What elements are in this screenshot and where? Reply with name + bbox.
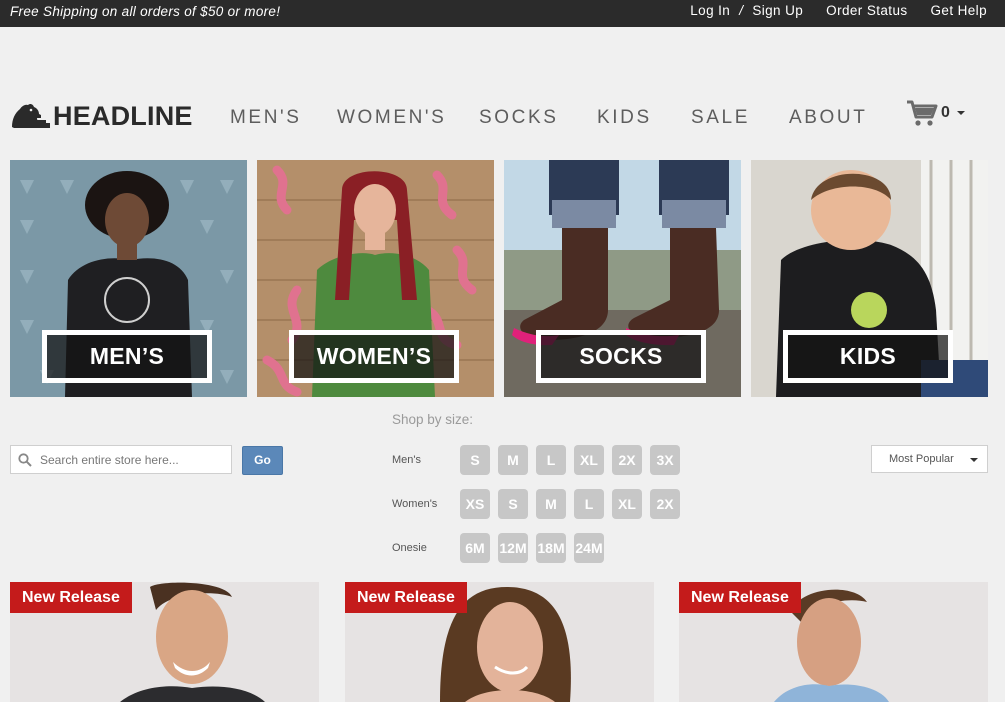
size-chip-mens-xl[interactable]: XL	[574, 445, 604, 475]
nav-item-about[interactable]: ABOUT	[789, 107, 867, 129]
size-chip-onesie-6m[interactable]: 6M	[460, 533, 490, 563]
nav-item-socks[interactable]: SOCKS	[479, 107, 559, 129]
size-chip-womens-2x[interactable]: 2X	[650, 489, 680, 519]
nav-item-mens[interactable]: MEN'S	[230, 107, 302, 129]
search-input[interactable]	[40, 452, 220, 467]
log-in-link[interactable]: Log In	[690, 3, 730, 18]
get-help-link[interactable]: Get Help	[931, 3, 987, 18]
cart-icon	[907, 100, 938, 126]
search-box	[10, 445, 232, 474]
size-row-label-womens: Women's	[392, 498, 438, 510]
size-chip-mens-2x[interactable]: 2X	[612, 445, 642, 475]
size-chip-womens-xl[interactable]: XL	[612, 489, 642, 519]
link-separator: /	[739, 3, 744, 18]
size-row-label-onesie: Onesie	[392, 542, 427, 554]
account-links: Log In / Sign Up Order Status Get Help	[690, 3, 987, 18]
size-chip-womens-s[interactable]: S	[498, 489, 528, 519]
category-label-womens: WOMEN’S	[289, 330, 459, 383]
logo-wordmark: HEADLINE	[53, 100, 193, 131]
size-chip-womens-m[interactable]: M	[536, 489, 566, 519]
free-shipping-promo: Free Shipping on all orders of $50 or mo…	[10, 4, 281, 19]
chevron-down-icon	[970, 458, 978, 462]
sign-up-link[interactable]: Sign Up	[752, 3, 803, 18]
search-go-button[interactable]: Go	[242, 446, 283, 475]
chevron-down-icon	[956, 111, 965, 115]
product-card[interactable]: New Release	[345, 582, 654, 702]
size-chip-mens-s[interactable]: S	[460, 445, 490, 475]
sort-dropdown[interactable]: Most Popular	[871, 445, 988, 473]
category-tile-mens[interactable]: MEN’S	[10, 160, 247, 397]
site-logo[interactable]: HEADLINE	[10, 98, 193, 134]
product-card[interactable]: New Release	[10, 582, 319, 702]
category-label-kids: KIDS	[783, 330, 953, 383]
sort-selected-value: Most Popular	[889, 453, 954, 465]
new-release-badge: New Release	[10, 582, 132, 613]
nav-item-sale[interactable]: SALE	[691, 107, 750, 129]
size-chip-onesie-12m[interactable]: 12M	[498, 533, 528, 563]
product-card[interactable]: New Release	[679, 582, 988, 702]
size-chip-mens-l[interactable]: L	[536, 445, 566, 475]
category-label-mens: MEN’S	[42, 330, 212, 383]
cart-count: 0	[941, 104, 950, 121]
category-tile-socks[interactable]: SOCKS	[504, 160, 741, 397]
size-chip-onesie-24m[interactable]: 24M	[574, 533, 604, 563]
size-row-label-mens: Men's	[392, 454, 421, 466]
category-tile-womens[interactable]: WOMEN’S	[257, 160, 494, 397]
shop-by-size-title: Shop by size:	[392, 412, 474, 427]
search-icon	[18, 452, 32, 467]
size-chip-onesie-18m[interactable]: 18M	[536, 533, 566, 563]
cart-button[interactable]: 0	[906, 99, 965, 127]
category-label-socks: SOCKS	[536, 330, 706, 383]
top-bar: Free Shipping on all orders of $50 or mo…	[0, 0, 1005, 27]
size-chip-mens-m[interactable]: M	[498, 445, 528, 475]
new-release-badge: New Release	[679, 582, 801, 613]
size-chip-womens-l[interactable]: L	[574, 489, 604, 519]
order-status-link[interactable]: Order Status	[826, 3, 907, 18]
nav-item-kids[interactable]: KIDS	[597, 107, 652, 129]
nav-item-womens[interactable]: WOMEN'S	[337, 107, 446, 129]
bear-icon	[12, 103, 50, 128]
new-release-badge: New Release	[345, 582, 467, 613]
size-chip-mens-3x[interactable]: 3X	[650, 445, 680, 475]
size-chip-womens-xs[interactable]: XS	[460, 489, 490, 519]
category-tile-kids[interactable]: KIDS	[751, 160, 988, 397]
